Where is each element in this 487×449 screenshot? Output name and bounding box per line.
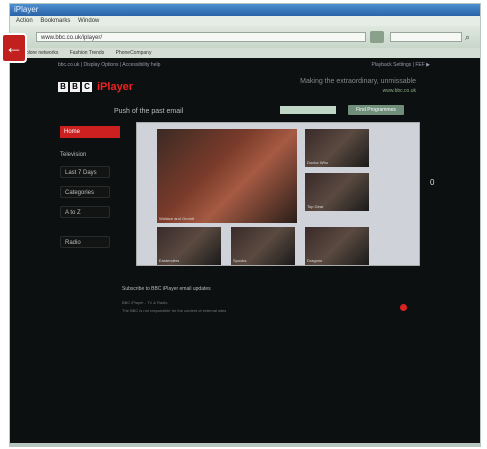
go-button[interactable] <box>370 31 384 43</box>
favorite-item[interactable]: PhoneCompany <box>116 50 152 56</box>
footer-text: The BBC is not responsible for the conte… <box>122 308 227 313</box>
address-bar[interactable]: www.bbc.co.uk/iplayer/ <box>36 32 366 42</box>
featured-main-tile[interactable]: Wallace and Gromit <box>157 129 297 223</box>
status-bar <box>10 443 480 446</box>
logo-letter: C <box>82 82 92 92</box>
subscribe-text[interactable]: Subscribe to BBC iPlayer email updates <box>122 286 211 292</box>
sidebar-item-categories[interactable]: Categories <box>60 186 110 198</box>
find-programmes-button[interactable]: Find Programmes <box>348 105 404 115</box>
tile-caption: Wallace and Gromit <box>159 216 194 221</box>
logo-letter: B <box>58 82 68 92</box>
sidebar-section-label: Television <box>60 152 87 158</box>
sidebar-item-atoz[interactable]: A to Z <box>60 206 110 218</box>
top-right-links[interactable]: Playback Settings | FEF ▶ <box>372 62 431 68</box>
title-bar: iPlayer <box>10 4 480 16</box>
featured-tile[interactable]: Eastenders <box>157 227 221 265</box>
menu-item-window[interactable]: Window <box>78 18 99 24</box>
email-prompt: Push of the past email <box>114 108 184 115</box>
tile-caption: Eastenders <box>159 258 180 263</box>
featured-tile[interactable]: Spooks <box>231 227 295 265</box>
sidebar: Home Television Last 7 Days Categories A… <box>60 126 120 248</box>
tile-caption: Dragons <box>307 258 323 263</box>
email-field[interactable] <box>280 106 336 114</box>
back-arrow-icon[interactable]: ← <box>1 33 27 63</box>
toolbar: www.bbc.co.uk/iplayer/ ⌕ <box>10 26 480 48</box>
logo-product: iPlayer <box>97 81 134 93</box>
browser-window: iPlayer Action Bookmarks Window www.bbc.… <box>10 4 480 446</box>
favorite-item[interactable]: Fashion Trends <box>70 50 104 56</box>
page-content: bbc.co.uk | Display Options | Accessibil… <box>10 58 480 446</box>
side-counter: 0 <box>430 178 435 187</box>
tile-caption: Doctor Who <box>307 160 329 165</box>
sidebar-item-radio[interactable]: Radio <box>60 236 110 248</box>
logo-letter: B <box>70 82 80 92</box>
bbc-iplayer-logo[interactable]: B B C iPlayer <box>58 80 133 94</box>
favorites-bar: Explore networks Fashion Trends PhoneCom… <box>10 48 480 58</box>
sidebar-item-home[interactable]: Home <box>60 126 120 138</box>
search-icon[interactable]: ⌕ <box>465 31 475 43</box>
featured-tile[interactable]: Top Gear <box>305 173 369 211</box>
tagline-sub: www.bbc.co.uk <box>382 88 416 94</box>
top-nav[interactable]: bbc.co.uk | Display Options | Accessibil… <box>58 62 160 68</box>
menu-item-bookmarks[interactable]: Bookmarks <box>40 18 70 24</box>
featured-tile[interactable]: Dragons <box>305 227 369 265</box>
tagline: Making the extraordinary, unmissable <box>300 78 416 85</box>
menu-item-action[interactable]: Action <box>16 18 33 24</box>
tile-caption: Top Gear <box>307 204 324 209</box>
search-input[interactable] <box>390 32 462 42</box>
window-title: iPlayer <box>14 5 39 14</box>
footer-text: BBC iPlayer - TV & Radio <box>122 300 168 305</box>
featured-tile[interactable]: Doctor Who <box>305 129 369 167</box>
tile-caption: Spooks <box>233 258 247 263</box>
featured-panel: Wallace and Gromit Doctor Who Top Gear E… <box>136 122 420 266</box>
menu-bar: Action Bookmarks Window <box>10 16 480 26</box>
sidebar-item-last7days[interactable]: Last 7 Days <box>60 166 110 178</box>
status-dot <box>400 304 407 311</box>
